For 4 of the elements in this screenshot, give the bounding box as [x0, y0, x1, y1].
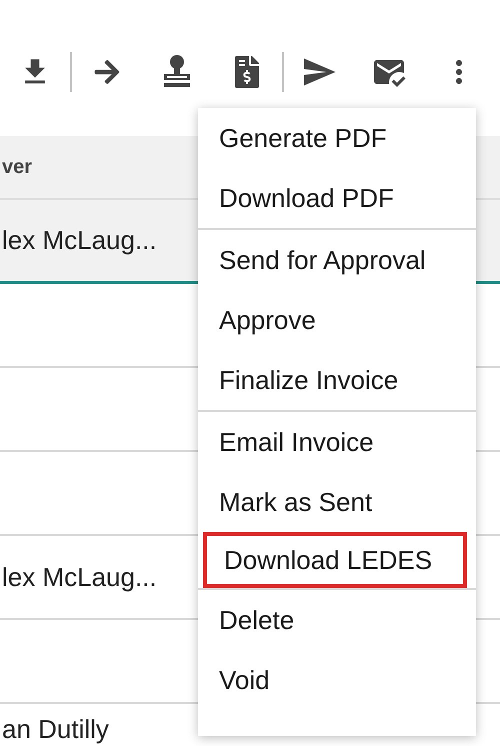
table-cell: lex McLaug...	[2, 225, 157, 256]
table-cell: lex McLaug...	[2, 562, 157, 592]
table-cell: an Dutilly	[2, 714, 109, 745]
column-header: ver	[2, 156, 32, 178]
